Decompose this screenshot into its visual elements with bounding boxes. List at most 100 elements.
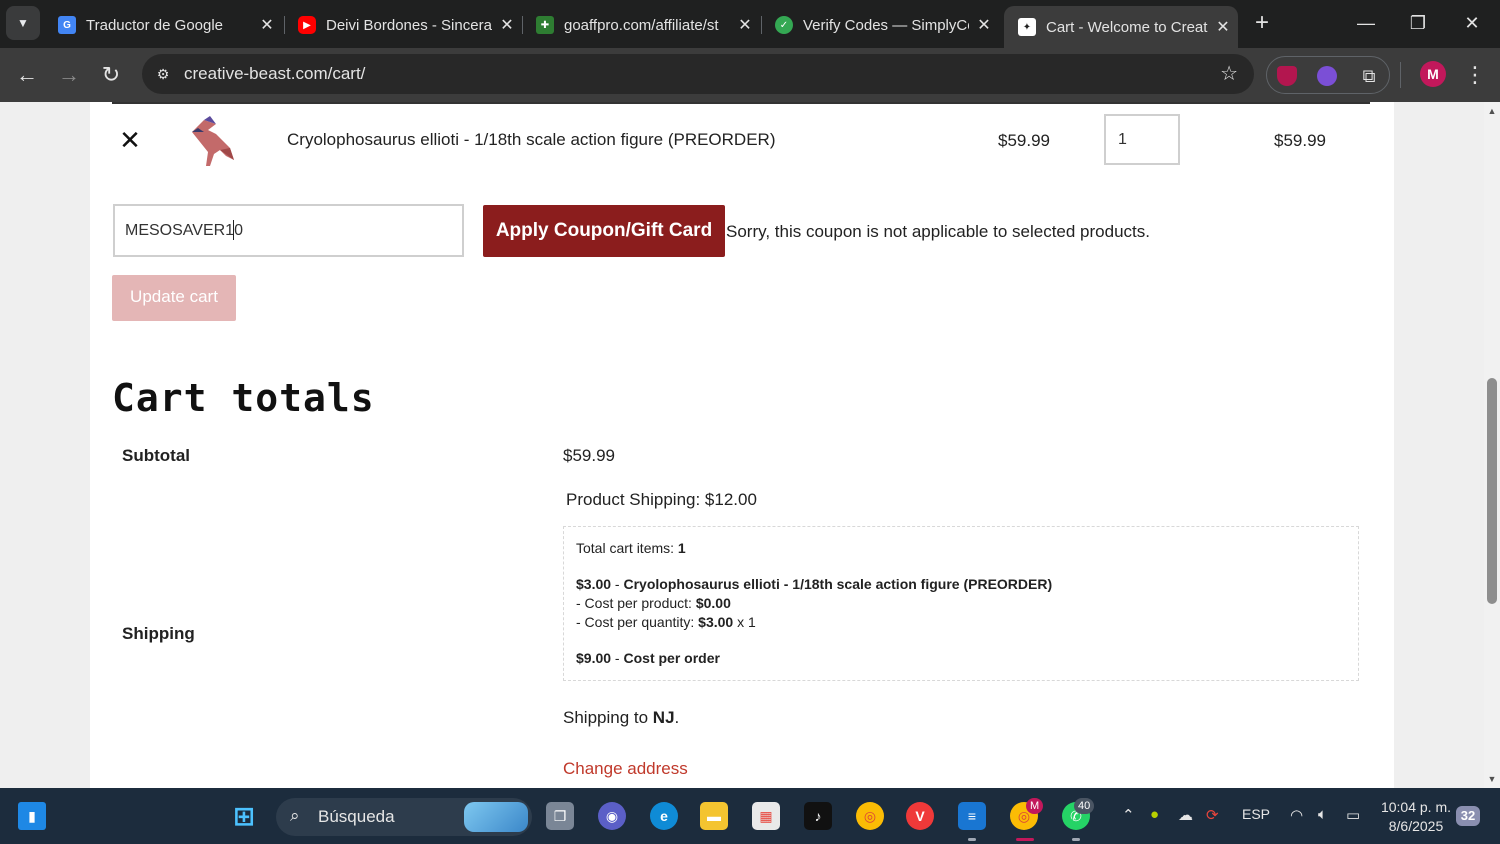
clock-date: 8/6/2025 [1388,818,1444,834]
puzzle-icon: ✚ [536,16,554,34]
store-icon[interactable]: ▦ [752,802,780,830]
tab-verify-codes[interactable]: ✓ Verify Codes — SimplyCo ✕ [761,8,999,42]
tab-strip: ▼ G Traductor de Google ✕ ▶ Deivi Bordon… [0,0,1500,48]
subtotal-label: Subtotal [122,446,190,465]
browser-toolbar: ← → ↻ ⚙ creative-beast.com/cart/ ☆ ⧉ M ⋮ [0,48,1500,102]
product-name-link[interactable]: Cryolophosaurus ellioti - 1/18th scale a… [287,130,775,150]
cart-totals-heading: Cart totals [112,376,375,420]
cost-per-quantity-value: $3.00 [698,614,734,630]
change-address-link[interactable]: Change address [563,759,688,779]
toolbar-separator [1400,62,1401,88]
scrollbar-thumb[interactable] [1487,378,1497,604]
minimize-button[interactable]: — [1346,8,1386,38]
scroll-up-arrow-icon[interactable]: ▲ [1487,106,1497,116]
chevron-up-icon[interactable]: ⌃ [1122,806,1135,824]
close-icon[interactable]: ✕ [1208,17,1238,37]
sync-icon[interactable]: ⟳ [1206,806,1219,824]
close-icon[interactable]: ✕ [252,15,282,35]
dinosaur-figure-image [192,116,234,166]
puzzle-extensions-icon[interactable]: ⧉ [1359,66,1379,86]
task-view-icon[interactable]: ❐ [546,802,574,830]
shipping-breakdown: Total cart items: 1 $3.00 - Cryolophosau… [563,526,1359,681]
tiktok-icon[interactable]: ♪ [804,802,832,830]
site-info-icon[interactable]: ⚙ [152,63,174,85]
page-scrollbar[interactable]: ▲ ▼ [1484,102,1500,788]
line-separator: - [611,576,624,592]
file-explorer-icon[interactable]: ▬ [700,802,728,830]
text-caret [233,220,234,240]
update-cart-button[interactable]: Update cart [112,275,236,321]
widgets-icon[interactable]: ▮ [18,802,46,830]
table-divider [112,102,1370,104]
windows-start-icon[interactable]: ⊞ [230,801,258,831]
tab-search-button[interactable]: ▼ [6,6,40,40]
shipping-label: Shipping [122,624,195,643]
back-button[interactable]: ← [12,60,42,90]
tray-app-icon[interactable]: ● [1150,806,1159,823]
ship-to-state: NJ [652,708,675,727]
url-text[interactable]: creative-beast.com/cart/ [184,64,365,84]
vivaldi-icon[interactable]: V [906,802,934,830]
product-thumbnail[interactable] [186,112,238,168]
youtube-icon: ▶ [298,16,316,34]
tab-goaffpro[interactable]: ✚ goaffpro.com/affiliate/st ✕ [522,8,760,42]
new-tab-button[interactable]: + [1248,10,1276,38]
shipping-destination: Shipping to NJ. [563,708,679,728]
forward-button[interactable]: → [54,60,84,90]
running-indicator [1072,838,1080,841]
close-icon[interactable]: ✕ [969,15,999,35]
chevron-down-icon: ▼ [17,16,29,30]
quantity-input[interactable] [1104,114,1180,165]
tab-title: Deivi Bordones - Sincera [326,16,492,34]
tab-title: Verify Codes — SimplyCo [803,16,969,34]
tab-title: Cart - Welcome to Creati [1046,18,1208,36]
ublock-extension-icon[interactable] [1277,66,1297,86]
tab-youtube[interactable]: ▶ Deivi Bordones - Sincera ✕ [284,8,522,42]
close-icon[interactable]: ✕ [492,15,522,35]
reload-button[interactable]: ↻ [96,60,126,90]
product-subtotal: $59.99 [1274,131,1326,150]
menu-dots-icon[interactable]: ⋮ [1464,60,1486,90]
bookmark-star-icon[interactable]: ☆ [1220,61,1238,86]
wifi-icon[interactable]: ◠ [1290,806,1303,824]
line-separator: - [611,650,624,666]
ship-to-suffix: . [674,708,680,727]
ship-to-prefix: Shipping to [563,708,653,727]
extensions-group: ⧉ [1266,56,1390,94]
system-clock[interactable]: 10:04 p. m. 8/6/2025 [1376,798,1456,836]
tab-title: Traductor de Google [86,16,224,34]
extension-icon[interactable] [1317,66,1337,86]
close-icon[interactable]: ✕ [730,15,760,35]
onedrive-icon[interactable]: ☁ [1178,806,1193,824]
search-label: Búsqueda [318,807,395,826]
line-price: $3.00 [576,576,612,592]
address-bar[interactable]: ⚙ creative-beast.com/cart/ ☆ [142,54,1254,94]
subtotal-value: $59.99 [563,446,615,465]
search-highlight-image [464,802,528,832]
items-label: Total cart items: [576,540,675,556]
active-indicator [1016,838,1034,841]
google-translate-icon: G [58,16,76,34]
restore-button[interactable]: ❐ [1398,8,1438,38]
tab-cart[interactable]: ✦ Cart - Welcome to Creati ✕ [1004,6,1238,48]
language-indicator[interactable]: ESP [1242,806,1270,822]
profile-avatar[interactable]: M [1420,61,1446,87]
volume-icon[interactable]: 🔈︎ [1318,806,1327,823]
notepad-icon[interactable]: ≡ [958,802,986,830]
teams-icon[interactable]: ◉ [598,802,626,830]
taskbar-search[interactable]: ⌕ Búsqueda [276,798,532,836]
notification-count-badge[interactable]: 32 [1456,806,1480,826]
tab-title: goaffpro.com/affiliate/st [564,16,719,34]
battery-icon[interactable]: ▭ [1346,806,1360,824]
product-price: $59.99 [998,131,1050,150]
tab-google-translate[interactable]: G Traductor de Google ✕ [44,8,282,42]
remove-item-button[interactable]: ✕ [118,127,142,153]
window-close-button[interactable]: ✕ [1452,8,1492,38]
scroll-down-arrow-icon[interactable]: ▼ [1487,774,1497,784]
cart-page: ✕ Cryolophosaurus ellioti - 1/18th scale… [90,102,1394,788]
edge-icon[interactable]: e [650,802,678,830]
page-viewport: ✕ Cryolophosaurus ellioti - 1/18th scale… [0,102,1484,788]
coupon-code-input[interactable] [113,204,464,257]
chrome-icon[interactable]: ◎ [856,802,884,830]
apply-coupon-button[interactable]: Apply Coupon/Gift Card [483,205,725,257]
